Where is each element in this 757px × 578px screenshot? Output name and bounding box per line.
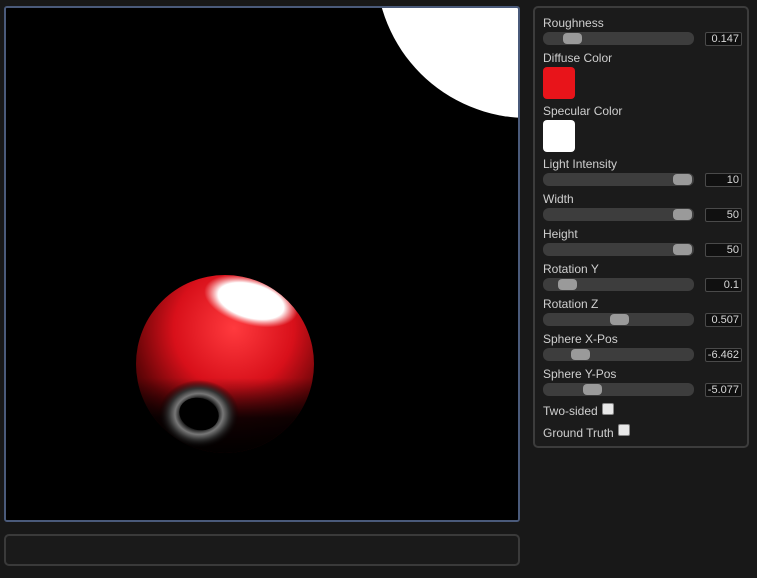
height-slider-thumb[interactable] [673, 244, 692, 255]
rotation-z-value[interactable]: 0.507 [705, 313, 742, 327]
diffuse-color-label: Diffuse Color [543, 51, 613, 65]
rotation-y-value[interactable]: 0.1 [705, 278, 742, 292]
light-intensity-value[interactable]: 10 [705, 173, 742, 187]
width-slider-thumb[interactable] [673, 209, 692, 220]
roughness-slider-thumb[interactable] [563, 33, 582, 44]
ground-truth-checkbox[interactable] [618, 424, 630, 436]
roughness-value[interactable]: 0.147 [705, 32, 742, 46]
light-intensity-label: Light Intensity [543, 157, 618, 171]
rotation-y-slider[interactable] [543, 278, 694, 291]
sphere-y-pos-slider[interactable] [543, 383, 694, 396]
rotation-z-label: Rotation Z [543, 297, 599, 311]
sphere-y-pos-label: Sphere Y-Pos [543, 367, 617, 381]
rotation-y-label: Rotation Y [543, 262, 599, 276]
two-sided-checkbox[interactable] [602, 403, 614, 415]
height-label: Height [543, 227, 578, 241]
sphere-y-pos-slider-thumb[interactable] [583, 384, 602, 395]
specular-color-label: Specular Color [543, 104, 623, 118]
width-label: Width [543, 192, 574, 206]
width-value[interactable]: 50 [705, 208, 742, 222]
sphere-x-pos-slider[interactable] [543, 348, 694, 361]
sphere-y-pos-value[interactable]: -5.077 [705, 383, 742, 397]
roughness-slider[interactable] [543, 32, 694, 45]
specular-color-swatch[interactable] [543, 120, 575, 152]
height-slider[interactable] [543, 243, 694, 256]
render-viewport[interactable] [4, 6, 520, 522]
width-slider[interactable] [543, 208, 694, 221]
diffuse-color-swatch[interactable] [543, 67, 575, 99]
status-bar [4, 534, 520, 566]
roughness-label: Roughness [543, 16, 604, 30]
sphere-x-pos-slider-thumb[interactable] [571, 349, 590, 360]
sphere-x-pos-label: Sphere X-Pos [543, 332, 618, 346]
two-sided-label: Two-sided [543, 404, 598, 418]
rotation-z-slider-thumb[interactable] [610, 314, 629, 325]
light-intensity-slider-thumb[interactable] [673, 174, 692, 185]
rotation-y-slider-thumb[interactable] [558, 279, 577, 290]
controls-panel: Roughness 0.147 Diffuse Color Specular C… [533, 6, 749, 448]
rotation-z-slider[interactable] [543, 313, 694, 326]
light-intensity-slider[interactable] [543, 173, 694, 186]
render-canvas [6, 8, 518, 520]
ground-truth-label: Ground Truth [543, 426, 614, 440]
sphere-x-pos-value[interactable]: -6.462 [705, 348, 742, 362]
height-value[interactable]: 50 [705, 243, 742, 257]
